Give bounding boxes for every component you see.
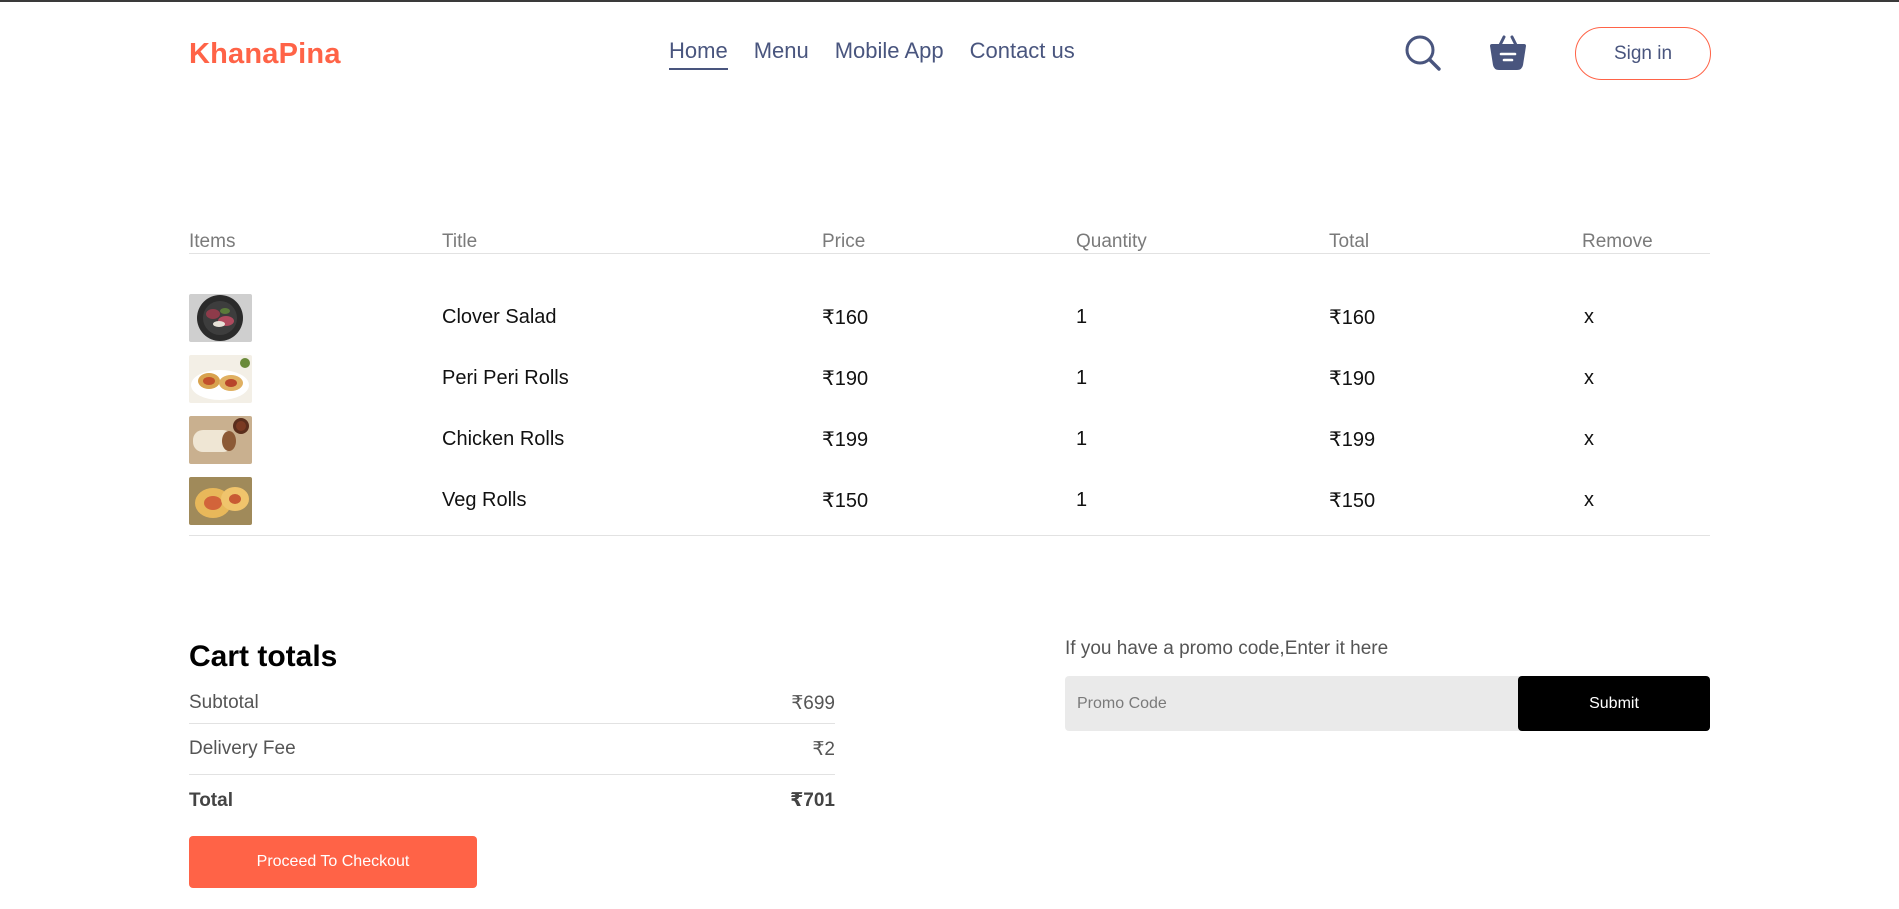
logo[interactable]: KhanaPina [189, 38, 341, 71]
veg-rolls-image [189, 476, 252, 525]
header-total: Total [1329, 231, 1370, 252]
item-total: ₹190 [1329, 368, 1376, 390]
table-row: Veg Rolls ₹150 1 ₹150 x [189, 470, 1710, 531]
table-row: Peri Peri Rolls ₹190 1 ₹190 x [189, 348, 1710, 409]
nav-item-home[interactable]: Home [669, 38, 728, 70]
remove-item-button[interactable]: x [1582, 428, 1710, 451]
remove-item-button[interactable]: x [1582, 367, 1710, 390]
table-row: Clover Salad ₹160 1 ₹160 x [189, 287, 1710, 348]
promo-code-input[interactable] [1065, 676, 1518, 731]
search-icon[interactable] [1403, 33, 1443, 73]
promo-prompt: If you have a promo code,Enter it here [1065, 638, 1389, 659]
item-quantity: 1 [1076, 489, 1088, 511]
sign-in-button[interactable]: Sign in [1575, 27, 1711, 80]
total-row: Total ₹701 [189, 775, 835, 826]
subtotal-label: Subtotal [189, 692, 259, 713]
item-title: Veg Rolls [442, 489, 527, 511]
nav-menu: Home Menu Mobile App Contact us [669, 38, 1075, 70]
promo-code-section: If you have a promo code,Enter it here S… [1065, 638, 1710, 731]
cart-items-table: Items Title Price Quantity Total Remove … [189, 230, 1710, 536]
item-quantity: 1 [1076, 306, 1088, 328]
remove-item-button[interactable]: x [1582, 306, 1710, 329]
delivery-fee-value: ₹2 [812, 738, 835, 760]
promo-input-group: Submit [1065, 676, 1710, 731]
header-price: Price [822, 231, 866, 252]
item-price: ₹199 [822, 429, 869, 451]
peri-peri-rolls-image [189, 354, 252, 403]
nav-item-menu[interactable]: Menu [754, 38, 809, 70]
remove-item-button[interactable]: x [1582, 489, 1710, 512]
delivery-fee-row: Delivery Fee ₹2 [189, 724, 835, 775]
cart-totals: Cart totals Subtotal ₹699 Delivery Fee ₹… [189, 640, 835, 888]
header-title: Title [442, 231, 478, 252]
subtotal-row: Subtotal ₹699 [189, 692, 835, 724]
nav-item-contact-us[interactable]: Contact us [970, 38, 1075, 70]
header-remove: Remove [1582, 231, 1653, 252]
clover-salad-image [189, 293, 252, 342]
item-total: ₹150 [1329, 490, 1376, 512]
item-total: ₹199 [1329, 429, 1376, 451]
table-divider [189, 535, 1710, 536]
total-value: ₹701 [790, 790, 835, 811]
header-quantity: Quantity [1076, 231, 1147, 252]
total-label: Total [189, 789, 233, 811]
cart-totals-heading: Cart totals [189, 640, 338, 673]
item-price: ₹160 [822, 307, 869, 329]
table-row: Chicken Rolls ₹199 1 ₹199 x [189, 409, 1710, 470]
item-title: Clover Salad [442, 306, 557, 328]
top-border [0, 0, 1899, 2]
table-header: Items Title Price Quantity Total Remove [189, 230, 1710, 254]
item-quantity: 1 [1076, 367, 1088, 389]
chicken-rolls-image [189, 415, 252, 464]
header-items: Items [189, 231, 236, 252]
item-title: Peri Peri Rolls [442, 367, 569, 389]
item-price: ₹150 [822, 490, 869, 512]
item-quantity: 1 [1076, 428, 1088, 450]
delivery-fee-label: Delivery Fee [189, 738, 296, 759]
proceed-to-checkout-button[interactable]: Proceed To Checkout [189, 836, 477, 888]
item-price: ₹190 [822, 368, 869, 390]
subtotal-value: ₹699 [791, 693, 835, 714]
promo-submit-button[interactable]: Submit [1518, 676, 1710, 731]
item-total: ₹160 [1329, 307, 1376, 329]
nav-item-mobile-app[interactable]: Mobile App [835, 38, 944, 70]
navbar: KhanaPina Home Menu Mobile App Contact u… [189, 22, 1711, 80]
basket-icon[interactable] [1487, 31, 1529, 73]
cart-items: Clover Salad ₹160 1 ₹160 x Peri Peri Rol… [189, 254, 1710, 531]
item-title: Chicken Rolls [442, 428, 565, 450]
